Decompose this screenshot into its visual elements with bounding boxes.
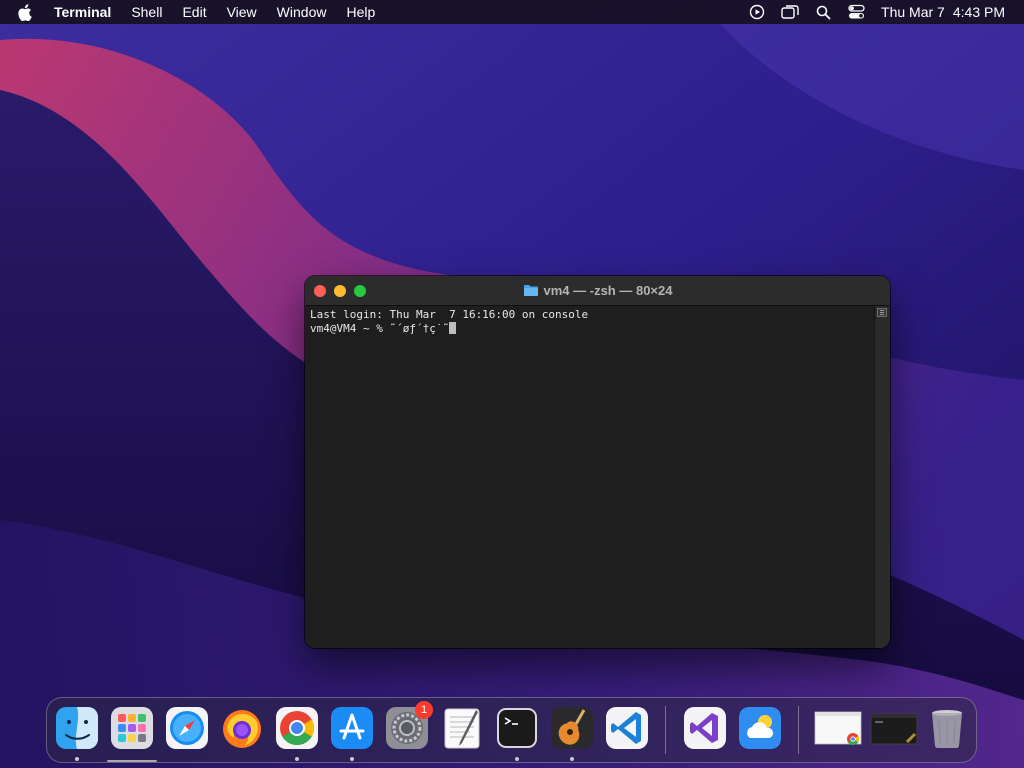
terminal-prompt-text: vm4@VM4 ~ % ˜´øƒ´†ç˙˜ <box>310 322 450 335</box>
screen-mirroring-icon[interactable] <box>779 0 801 24</box>
folder-icon <box>523 284 539 297</box>
screen-recording-icon[interactable] <box>746 0 768 24</box>
running-indicator-chrome <box>295 757 299 761</box>
terminal-line: Last login: Thu Mar 7 16:16:00 on consol… <box>310 308 589 321</box>
scroll-marks-icon[interactable] <box>877 308 887 317</box>
app-store-icon[interactable] <box>330 706 374 750</box>
menu-app-name[interactable]: Terminal <box>52 0 121 24</box>
system-settings-icon[interactable]: 1 <box>385 701 433 750</box>
clock-date: Thu Mar 7 <box>881 4 945 20</box>
running-indicator-app-store <box>350 757 354 761</box>
notification-badge: 1 <box>415 701 433 719</box>
window-title: vm4 — -zsh — 80×24 <box>305 276 890 305</box>
menu-edit[interactable]: Edit <box>172 0 216 24</box>
vscode-icon[interactable] <box>605 706 649 750</box>
window-title-text: vm4 — -zsh — 80×24 <box>543 283 673 298</box>
weather-icon[interactable] <box>738 706 782 750</box>
terminal-titlebar[interactable]: vm4 — -zsh — 80×24 <box>305 276 890 306</box>
menu-help[interactable]: Help <box>336 0 385 24</box>
menu-window[interactable]: Window <box>267 0 337 24</box>
menu-view[interactable]: View <box>217 0 267 24</box>
text-cursor <box>449 322 457 334</box>
terminal-scrollbar[interactable] <box>874 306 890 648</box>
firefox-icon[interactable] <box>220 706 264 750</box>
garageband-icon[interactable] <box>550 706 594 750</box>
chrome-icon[interactable] <box>275 706 319 750</box>
finder-icon[interactable] <box>55 706 99 750</box>
visual-studio-icon[interactable] <box>683 706 727 750</box>
launchpad-icon[interactable] <box>110 706 154 750</box>
chrome-window-thumbnail[interactable] <box>813 706 865 750</box>
clock-time: 4:43 PM <box>952 4 1005 20</box>
textedit-icon[interactable] <box>440 706 484 750</box>
terminal-prompt-line: vm4@VM4 ~ % ˜´øƒ´†ç˙˜ <box>310 322 870 336</box>
launchpad-underline <box>107 760 157 762</box>
menu-clock[interactable]: Thu Mar 7 4:43 PM <box>881 4 1005 20</box>
menu-shell[interactable]: Shell <box>121 0 172 24</box>
terminal-window-thumbnail[interactable] <box>869 706 921 750</box>
terminal-window[interactable]: vm4 — -zsh — 80×24 Last login: Thu Mar 7… <box>305 276 890 648</box>
dock-separator <box>798 706 799 754</box>
apple-menu-icon[interactable] <box>17 0 35 24</box>
terminal-icon[interactable] <box>495 706 539 750</box>
running-indicator-garageband <box>570 757 574 761</box>
dock: 1 <box>46 697 977 763</box>
running-indicator-terminal <box>515 757 519 761</box>
terminal-output[interactable]: Last login: Thu Mar 7 16:16:00 on consol… <box>305 306 875 648</box>
safari-icon[interactable] <box>165 706 209 750</box>
control-center-icon[interactable] <box>845 0 867 24</box>
trash-icon[interactable] <box>925 706 969 750</box>
dock-separator <box>665 706 666 754</box>
running-indicator-finder <box>75 757 79 761</box>
spotlight-search-icon[interactable] <box>812 0 834 24</box>
menu-bar: Terminal Shell Edit View Window Help Thu… <box>0 0 1024 24</box>
